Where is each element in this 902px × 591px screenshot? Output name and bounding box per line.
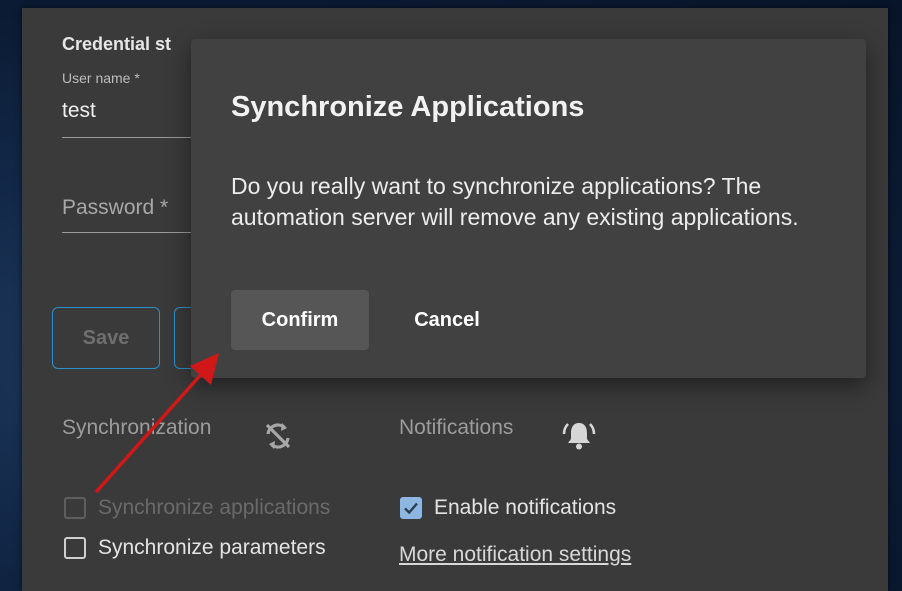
- enable-notifications-label: Enable notifications: [434, 496, 617, 519]
- synchronization-title: Synchronization: [62, 416, 212, 439]
- password-field[interactable]: Password *: [62, 196, 168, 220]
- more-notification-settings-link[interactable]: More notification settings: [399, 543, 631, 567]
- username-underline: [62, 137, 197, 138]
- dialog-message: Do you really want to synchronize applic…: [231, 173, 799, 230]
- enable-notifications-checkbox[interactable]: [400, 497, 422, 519]
- sync-parameters-row: Synchronize parameters: [64, 536, 326, 560]
- synchronize-applications-dialog: Synchronize Applications Do you really w…: [191, 39, 866, 378]
- sync-disabled-icon: [265, 423, 291, 449]
- notifications-title: Notifications: [399, 416, 514, 439]
- username-field[interactable]: test: [62, 99, 96, 123]
- bell-ringing-icon: [562, 423, 596, 450]
- enable-notifications-row: Enable notifications: [400, 496, 616, 520]
- checkmark-icon: [404, 502, 418, 515]
- sync-parameters-checkbox[interactable]: [64, 537, 86, 559]
- credentials-heading: Credential st: [62, 34, 172, 54]
- sync-applications-row: Synchronize applications: [64, 496, 330, 520]
- dialog-title: Synchronize Applications: [231, 91, 585, 123]
- sync-applications-checkbox[interactable]: [64, 497, 86, 519]
- cancel-button[interactable]: Cancel: [397, 290, 497, 350]
- sync-parameters-label: Synchronize parameters: [98, 536, 326, 559]
- save-button[interactable]: Save: [52, 307, 160, 369]
- username-label: User name *: [62, 70, 140, 86]
- confirm-button[interactable]: Confirm: [231, 290, 369, 350]
- password-underline: [62, 232, 197, 233]
- sync-applications-label: Synchronize applications: [98, 496, 331, 519]
